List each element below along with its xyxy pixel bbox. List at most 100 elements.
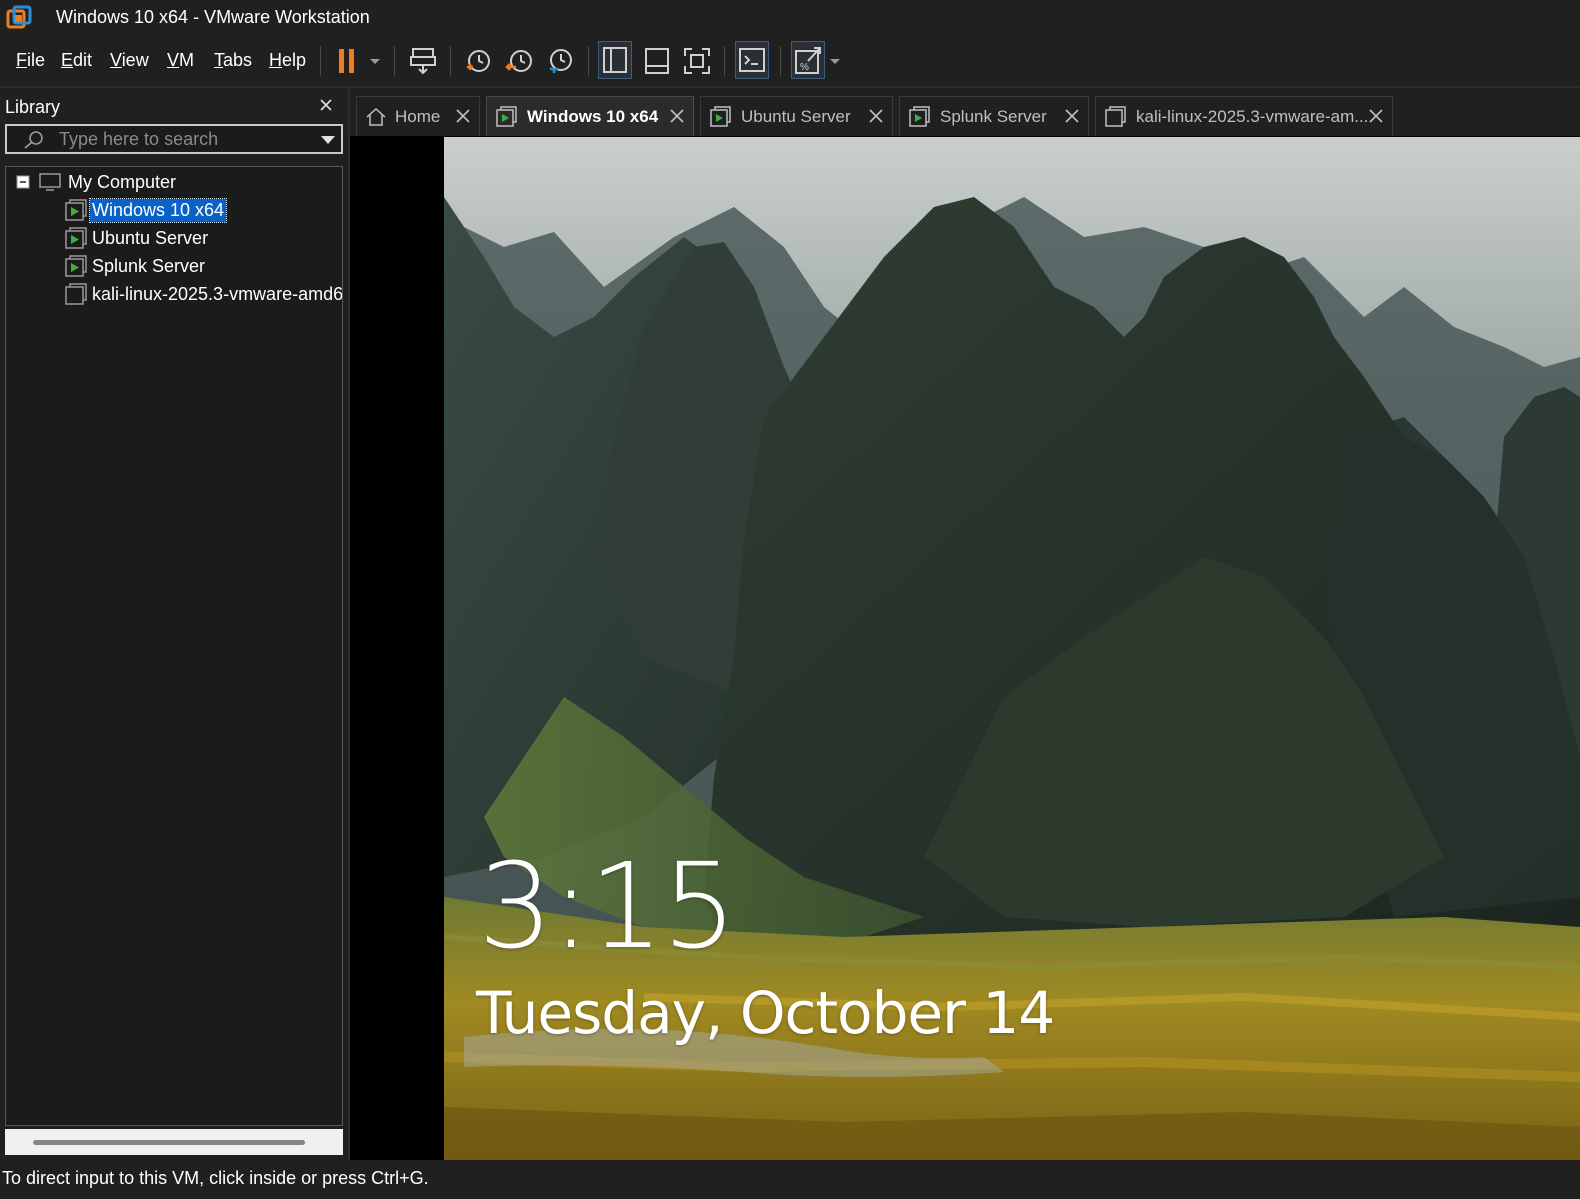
tab-close-button[interactable] [868, 108, 884, 124]
show-library-button[interactable] [598, 41, 632, 79]
menu-view[interactable]: View [110, 50, 149, 71]
vm-running-icon [909, 105, 930, 127]
revert-snapshot-icon [505, 50, 532, 72]
vm-powered-off-icon [65, 283, 87, 305]
tab-splunk-server[interactable]: Splunk Server [899, 96, 1089, 136]
tab-home[interactable]: Home [356, 96, 480, 136]
snapshot-manager-icon [550, 49, 572, 73]
toolbar-separator [724, 46, 725, 76]
lock-screen-time: 3:15 [478, 837, 737, 975]
tab-close-button[interactable] [455, 108, 471, 124]
tree-item-my-computer[interactable]: My Computer [16, 169, 178, 195]
collapse-icon[interactable] [16, 175, 30, 189]
vm-main-area: Home Windows 10 x64 Ubuntu Server Splunk… [348, 88, 1580, 1160]
library-close-button[interactable] [318, 97, 334, 113]
vm-running-icon [496, 105, 517, 127]
console-view-button[interactable] [735, 41, 769, 79]
library-panel: Library My C [0, 88, 348, 1160]
tab-ubuntu-server[interactable]: Ubuntu Server [700, 96, 893, 136]
pause-icon [339, 49, 354, 73]
computer-icon [39, 173, 61, 191]
thumbnail-bar-button[interactable] [640, 44, 674, 78]
tab-label-kali-linux: kali-linux-2025.3-vmware-am... [1136, 106, 1369, 126]
revert-snapshot-button[interactable] [503, 44, 535, 78]
tree-label-my-computer: My Computer [68, 171, 177, 192]
vmware-logo-icon [6, 5, 32, 31]
full-screen-button[interactable] [680, 44, 714, 78]
tab-windows-10[interactable]: Windows 10 x64 [486, 96, 694, 136]
thumbnail-bar-icon [645, 48, 669, 74]
tab-close-button[interactable] [669, 108, 685, 124]
toolbar-separator [588, 46, 589, 76]
close-icon [1065, 109, 1079, 123]
search-icon [23, 130, 45, 150]
power-dropdown-button[interactable] [366, 44, 384, 78]
show-library-icon [603, 47, 627, 73]
stretch-dropdown-button[interactable] [828, 44, 842, 78]
tree-label-ubuntu-server: Ubuntu Server [92, 227, 209, 248]
full-screen-icon [684, 48, 710, 74]
library-title: Library [5, 97, 61, 117]
send-ctrl-alt-del-button[interactable] [406, 44, 440, 78]
library-tree: My Computer Windows 10 x64 Ubuntu Server [5, 166, 343, 1126]
chevron-down-icon [321, 136, 335, 144]
dropdown-arrow-icon [370, 59, 380, 64]
title-bar: Windows 10 x64 - VMware Workstation [0, 0, 1580, 36]
library-search-box [5, 124, 343, 154]
close-icon [456, 109, 470, 123]
close-icon [1369, 109, 1383, 123]
tab-close-button[interactable] [1064, 108, 1080, 124]
vm-powered-off-icon [1105, 105, 1126, 127]
tab-close-button[interactable] [1368, 108, 1384, 124]
tree-item-ubuntu-server[interactable]: Ubuntu Server [64, 225, 210, 251]
close-icon [320, 99, 332, 111]
tree-label-splunk-server: Splunk Server [92, 255, 206, 276]
toolbar-separator [320, 46, 321, 76]
tab-label-ubuntu-server: Ubuntu Server [741, 106, 851, 126]
status-message: To direct input to this VM, click inside… [2, 1168, 429, 1188]
snapshot-manager-button[interactable] [544, 44, 576, 78]
send-ctrl-alt-del-icon [410, 48, 436, 75]
tab-label-windows-10: Windows 10 x64 [527, 106, 659, 126]
toolbar-separator [394, 46, 395, 76]
vm-running-icon [65, 227, 87, 249]
close-icon [869, 109, 883, 123]
vm-console-screen[interactable]: 3:15 Tuesday, October 14 [444, 137, 1580, 1160]
tree-item-kali-linux[interactable]: kali-linux-2025.3-vmware-amd6 [64, 281, 343, 307]
tree-label-kali-linux: kali-linux-2025.3-vmware-amd6 [92, 283, 343, 304]
search-dropdown-button[interactable] [319, 134, 337, 146]
menu-file[interactable]: File [16, 50, 45, 71]
home-icon [366, 107, 386, 126]
tree-label-windows-10: Windows 10 x64 [88, 197, 228, 223]
vm-running-icon [65, 255, 87, 277]
menu-vm[interactable]: VM [167, 50, 194, 71]
menu-tabs[interactable]: Tabs [214, 50, 252, 71]
dropdown-arrow-icon [830, 59, 840, 64]
library-horizontal-scrollbar[interactable] [5, 1129, 343, 1155]
vm-running-icon [710, 105, 731, 127]
vm-running-icon [65, 199, 87, 221]
menu-help[interactable]: Help [269, 50, 306, 71]
tab-bar: Home Windows 10 x64 Ubuntu Server Splunk… [350, 88, 1580, 136]
library-search-input[interactable] [59, 129, 309, 149]
tree-item-windows-10[interactable]: Windows 10 x64 [64, 197, 228, 223]
stretch-guest-icon: % [795, 47, 821, 74]
menu-edit[interactable]: Edit [61, 50, 92, 71]
close-icon [670, 109, 684, 123]
scrollbar-thumb[interactable] [33, 1140, 305, 1145]
tab-label-splunk-server: Splunk Server [940, 106, 1047, 126]
tab-label-home: Home [395, 106, 441, 126]
take-snapshot-icon [467, 50, 490, 72]
lock-screen-date: Tuesday, October 14 [476, 979, 1055, 1047]
pause-button[interactable] [334, 44, 360, 78]
take-snapshot-button[interactable] [462, 44, 494, 78]
console-view-icon [739, 48, 765, 72]
svg-text:%: % [800, 62, 809, 73]
status-bar: To direct input to this VM, click inside… [0, 1160, 1580, 1199]
tab-kali-linux[interactable]: kali-linux-2025.3-vmware-am... [1095, 96, 1393, 136]
toolbar-separator [450, 46, 451, 76]
toolbar-separator [780, 46, 781, 76]
stretch-guest-button[interactable]: % [791, 41, 825, 79]
menu-toolbar: File Edit View VM Tabs Help % [0, 36, 1580, 86]
tree-item-splunk-server[interactable]: Splunk Server [64, 253, 207, 279]
